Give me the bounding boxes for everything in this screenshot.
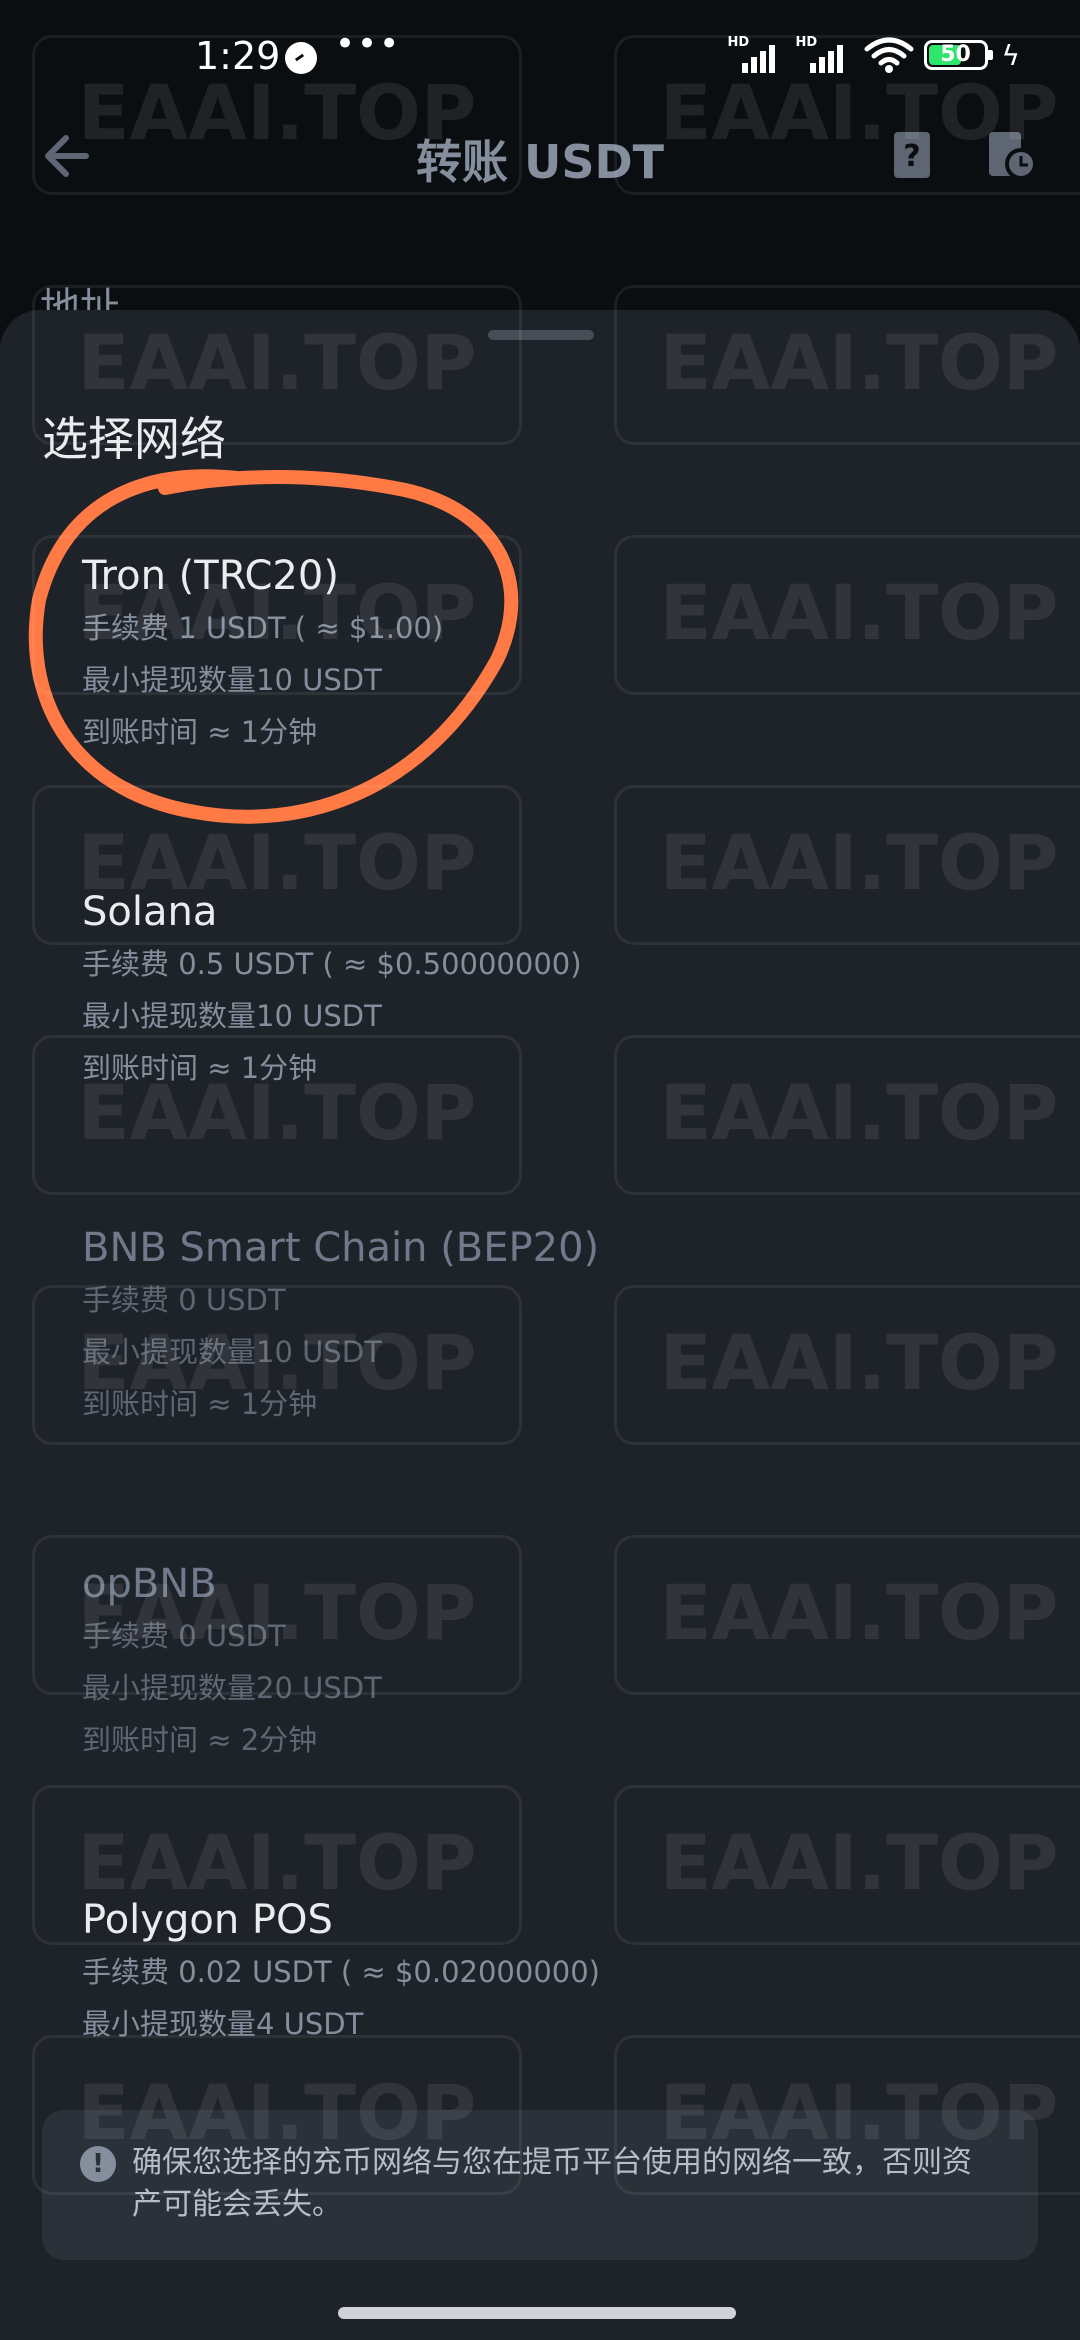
network-arrival-time: 到账时间 ≈ 1分钟 xyxy=(82,1051,318,1085)
top-bar: 转账 USDT ? xyxy=(0,110,1080,200)
help-icon[interactable]: ? xyxy=(890,128,934,182)
network-arrival-time: 到账时间 ≈ 2分钟 xyxy=(82,1723,318,1757)
network-option-solana[interactable]: Solana 手续费 0.5 USDT ( ≈ $0.50000000) 最小提… xyxy=(82,886,1002,1094)
network-min-withdraw: 最小提现数量10 USDT xyxy=(82,999,382,1033)
network-fee: 手续费 0 USDT xyxy=(82,1283,286,1317)
network-fee: 手续费 0.02 USDT ( ≈ $0.02000000) xyxy=(82,1955,600,1989)
network-option-tron[interactable]: Tron (TRC20) 手续费 1 USDT ( ≈ $1.00) 最小提现数… xyxy=(82,550,1002,758)
network-name: BNB Smart Chain (BEP20) xyxy=(82,1225,600,1271)
wifi-icon xyxy=(864,37,914,73)
signal-icon: HD xyxy=(728,35,786,75)
network-select-sheet: 选择网络 Tron (TRC20) 手续费 1 USDT ( ≈ $1.00) … xyxy=(0,310,1080,2340)
battery-icon: 50 xyxy=(923,40,993,70)
clock-icon xyxy=(285,42,317,74)
history-icon[interactable] xyxy=(985,128,1037,182)
network-min-withdraw: 最小提现数量4 USDT xyxy=(82,2007,364,2041)
network-warning: ! 确保您选择的充币网络与您在提币平台使用的网络一致，否则资产可能会丢失。 xyxy=(42,2110,1038,2260)
network-fee: 手续费 1 USDT ( ≈ $1.00) xyxy=(82,611,444,645)
status-indicators: HD HD 50 ϟ xyxy=(728,30,1020,80)
network-fee: 手续费 0.5 USDT ( ≈ $0.50000000) xyxy=(82,947,582,981)
status-bar: 1:29 ••• HD HD 50 ϟ xyxy=(0,0,1080,120)
warning-text: 确保您选择的充币网络与您在提币平台使用的网络一致，否则资产可能会丢失。 xyxy=(132,2145,972,2222)
battery-level: 50 xyxy=(940,42,971,67)
network-option-opbnb[interactable]: opBNB 手续费 0 USDT 最小提现数量20 USDT 到账时间 ≈ 2分… xyxy=(82,1558,1002,1766)
network-arrival-time: 到账时间 ≈ 1分钟 xyxy=(82,715,318,749)
status-time: 1:29 xyxy=(195,34,281,78)
sheet-title: 选择网络 xyxy=(42,412,226,466)
signal-icon: HD xyxy=(796,35,854,75)
network-min-withdraw: 最小提现数量10 USDT xyxy=(82,1335,382,1369)
network-arrival-time: 到账时间 ≈ 1分钟 xyxy=(82,1387,318,1421)
network-option-polygon[interactable]: Polygon POS 手续费 0.02 USDT ( ≈ $0.0200000… xyxy=(82,1894,1002,2050)
network-name: Polygon POS xyxy=(82,1897,333,1943)
network-option-bsc[interactable]: BNB Smart Chain (BEP20) 手续费 0 USDT 最小提现数… xyxy=(82,1222,1002,1430)
charging-icon: ϟ xyxy=(1001,38,1020,72)
network-fee: 手续费 0 USDT xyxy=(82,1619,286,1653)
network-min-withdraw: 最小提现数量10 USDT xyxy=(82,663,382,697)
network-min-withdraw: 最小提现数量20 USDT xyxy=(82,1671,382,1705)
network-name: opBNB xyxy=(82,1561,217,1607)
svg-text:?: ? xyxy=(903,139,920,174)
warning-icon: ! xyxy=(80,2146,116,2182)
network-name: Tron (TRC20) xyxy=(82,553,339,599)
network-name: Solana xyxy=(82,889,218,935)
sheet-drag-handle[interactable] xyxy=(488,330,594,340)
status-dots: ••• xyxy=(335,24,402,64)
home-indicator[interactable] xyxy=(338,2307,736,2319)
